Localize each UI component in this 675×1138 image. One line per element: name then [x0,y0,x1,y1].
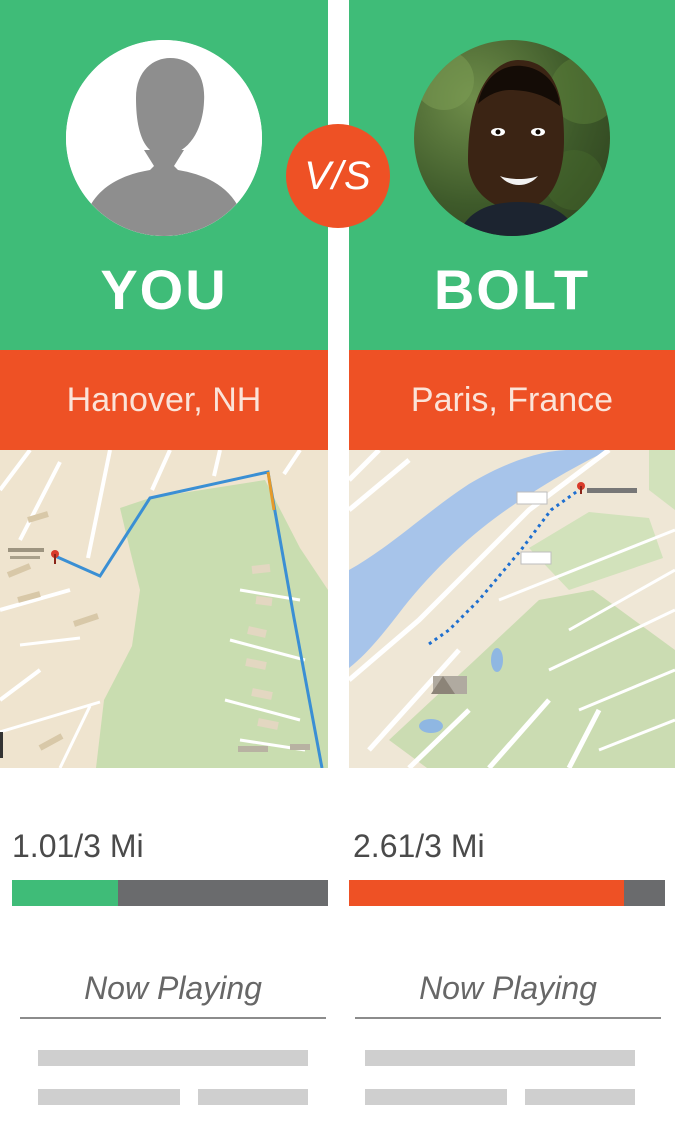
track-title-placeholder [365,1050,635,1066]
player-location: Hanover, NH [0,350,328,450]
distance-progress-bar [12,880,328,906]
now-playing-label: Now Playing [419,970,597,1006]
distance-readout: 2.61/3 Mi [353,828,485,864]
distance-readout: 1.01/3 Mi [12,828,144,864]
player-location: Paris, France [349,350,675,450]
now-playing-divider [355,1017,661,1019]
versus-badge: V/S [286,124,390,228]
profile-header: BOLT [349,0,675,350]
default-avatar-icon[interactable] [66,40,262,236]
progress-fill [12,880,119,906]
track-artist-placeholder [365,1089,507,1105]
track-title-placeholder [38,1050,308,1066]
route-map[interactable] [0,450,328,768]
profile-header: YOU [0,0,328,350]
player-name: BOLT [433,258,591,321]
track-artist-placeholder [38,1089,180,1105]
distance-progress-bar [349,880,665,906]
user-photo-avatar-icon[interactable] [414,40,610,236]
now-playing-divider [20,1017,326,1019]
route-map[interactable] [349,450,675,768]
track-album-placeholder [198,1089,308,1105]
player-name: YOU [100,258,228,321]
now-playing-label: Now Playing [84,970,262,1006]
progress-fill [349,880,624,906]
track-album-placeholder [525,1089,635,1105]
